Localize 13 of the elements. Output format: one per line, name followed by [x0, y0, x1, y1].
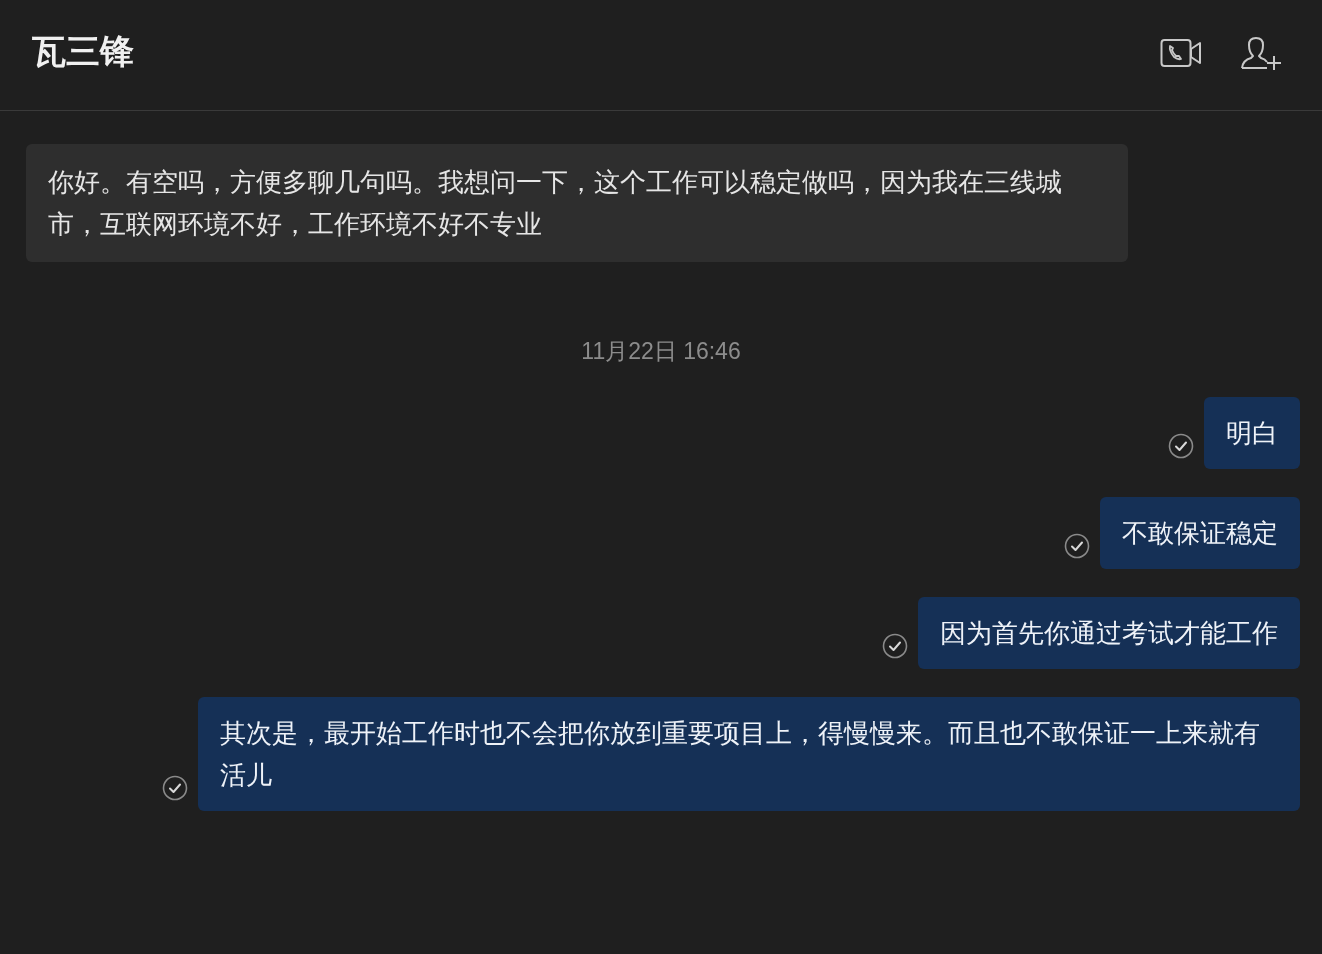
check-icon	[882, 632, 908, 659]
video-call-icon[interactable]	[1160, 38, 1202, 68]
message-bubble: 你好。有空吗，方便多聊几句吗。我想问一下，这个工作可以稳定做吗，因为我在三线城市，互联网环境不好，工作环境不好不专业	[26, 144, 1128, 262]
message-bubble: 不敢保证稳定	[1100, 496, 1300, 569]
check-icon	[1168, 432, 1194, 459]
message-bubble: 因为首先你通过考试才能工作	[918, 596, 1300, 669]
message-bubble: 其次是，最开始工作时也不会把你放到重要项目上，得慢慢来。而且也不敢保证一上来就有活儿	[198, 696, 1300, 811]
message-bubble: 明白	[1204, 396, 1300, 469]
check-icon	[162, 774, 188, 801]
chat-title: 瓦三锋	[32, 31, 134, 72]
timestamp: 11月22日 16:46	[581, 337, 741, 366]
check-icon	[1064, 532, 1090, 559]
add-contact-icon[interactable]	[1240, 36, 1282, 70]
